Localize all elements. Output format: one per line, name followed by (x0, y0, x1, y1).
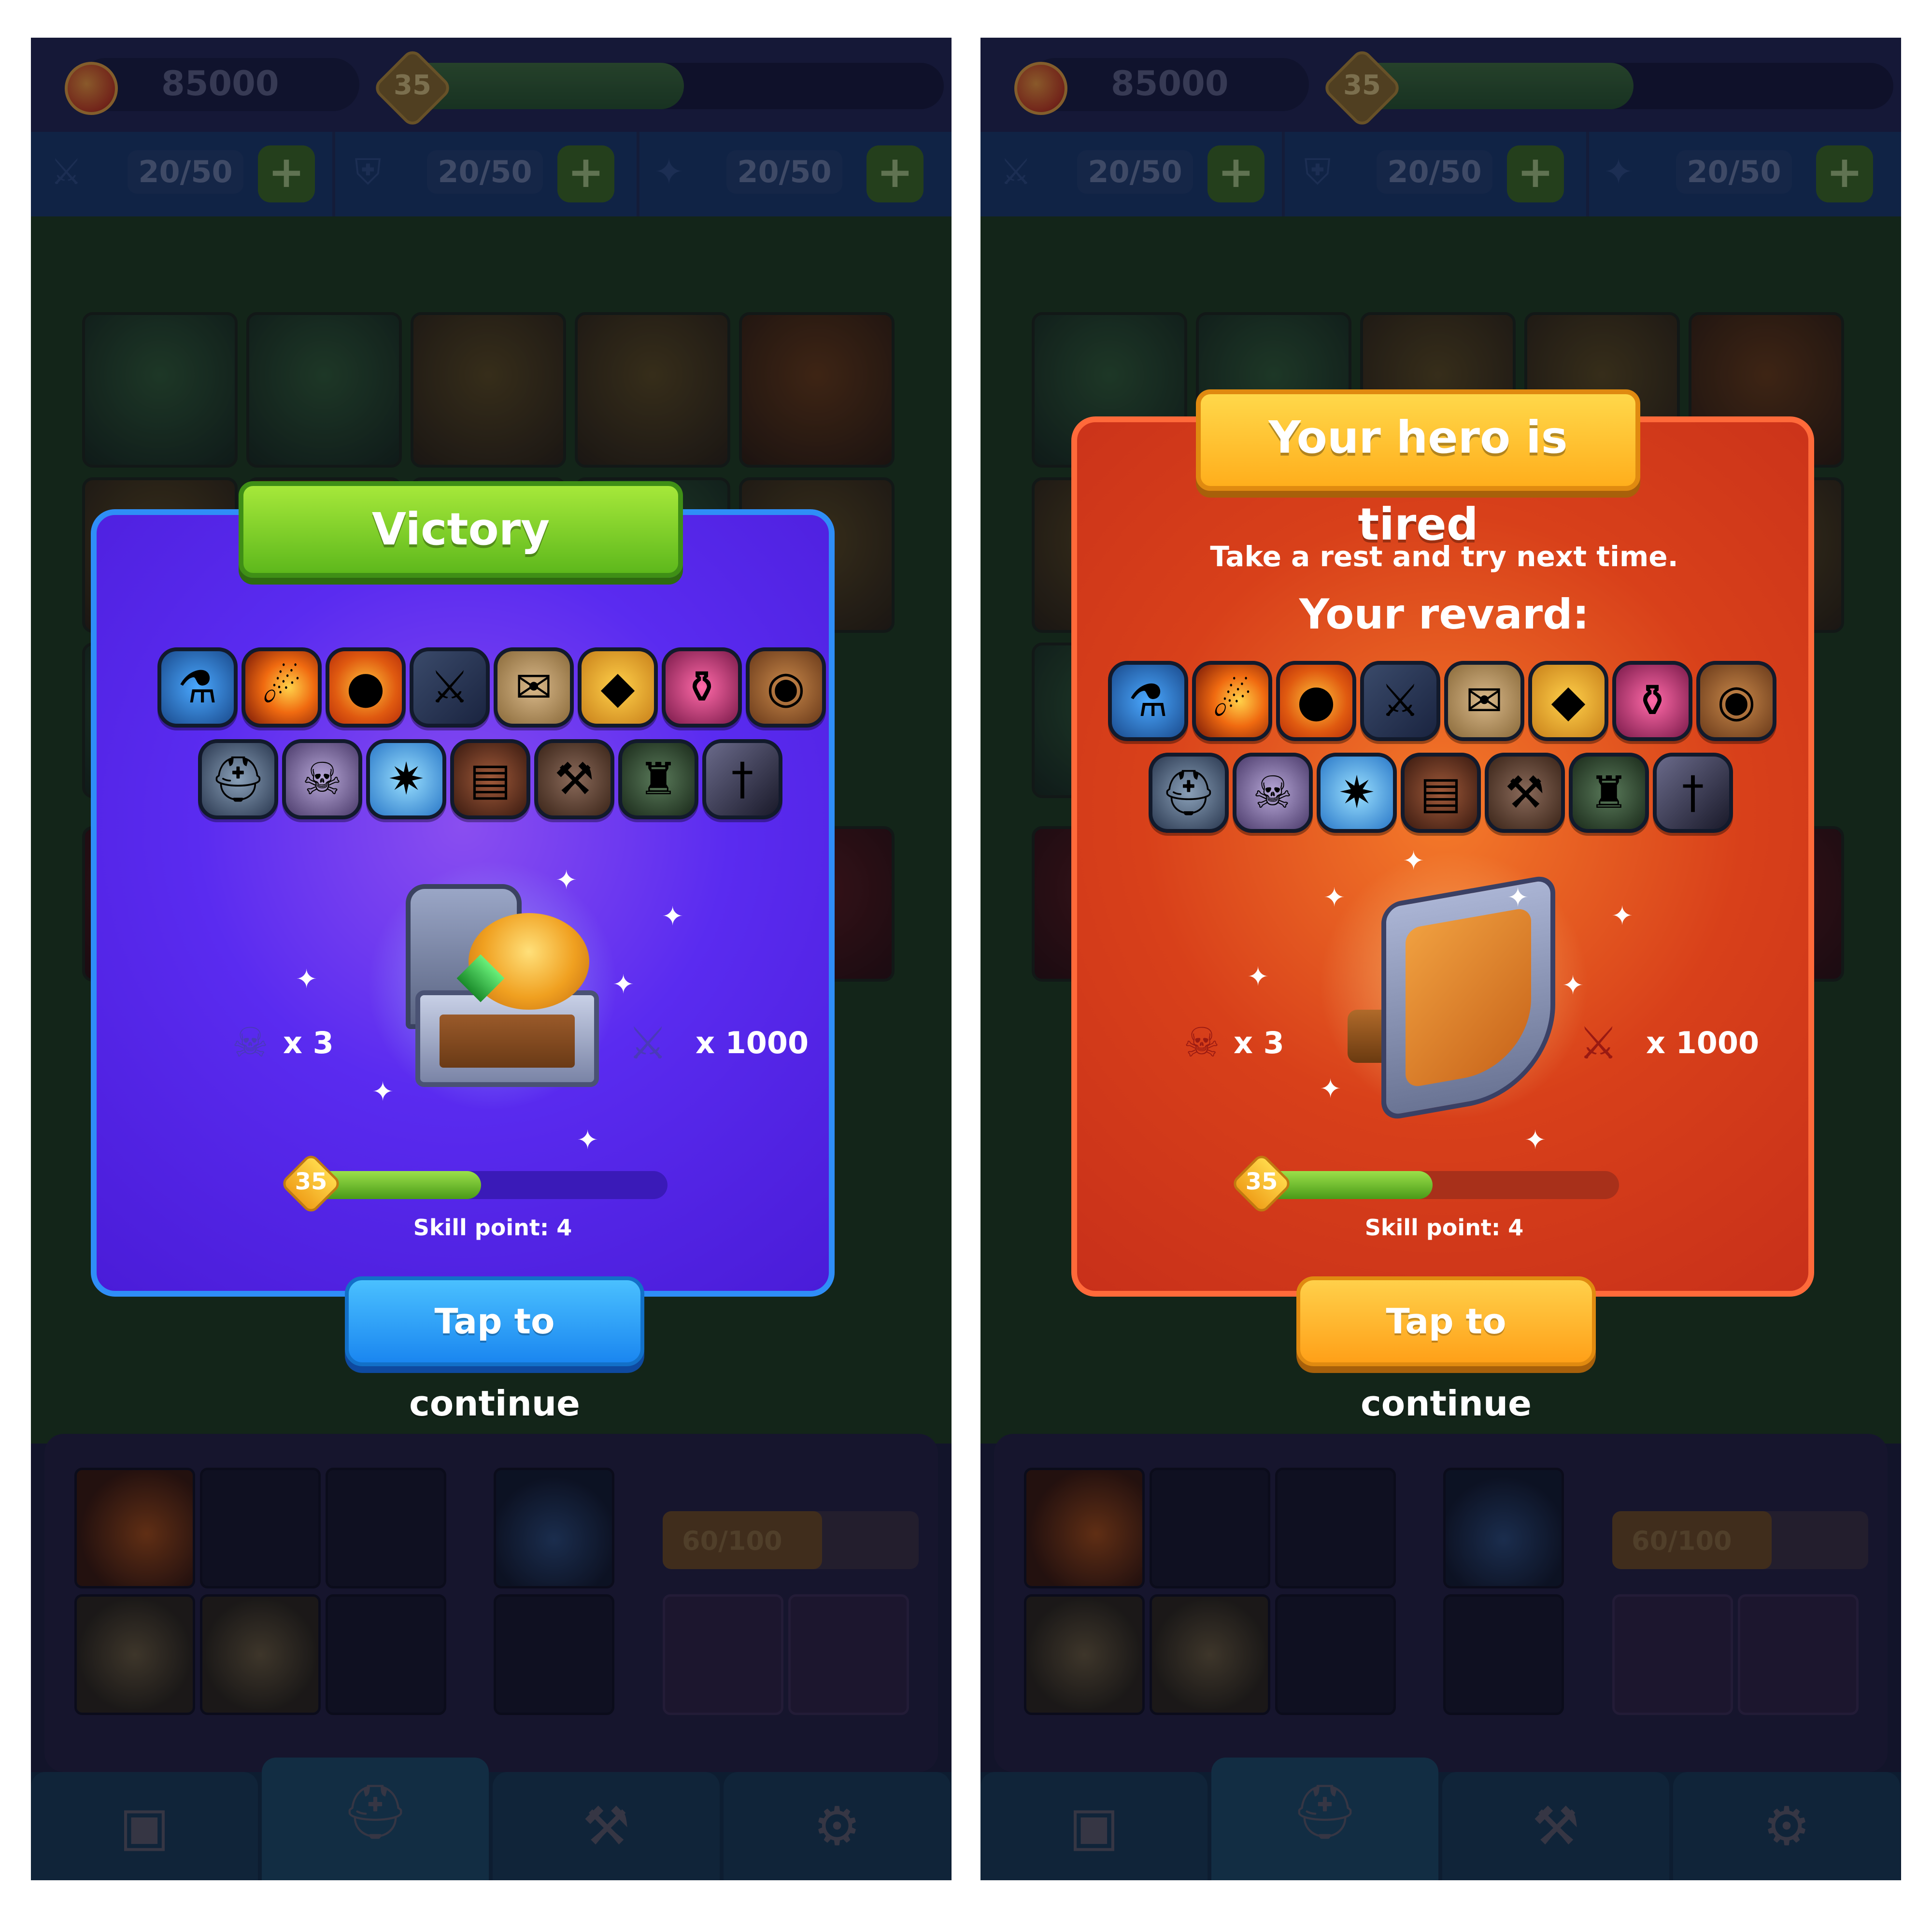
dagger-icon: † (702, 739, 782, 819)
ice-orb-icon: ✷ (1317, 753, 1397, 833)
kill-count: x 1000 (1646, 1025, 1760, 1060)
scroll-icon: ✉ (1444, 661, 1524, 741)
fireball-icon: ☄ (1192, 661, 1272, 741)
reward-heading: Your revard: (1299, 590, 1590, 639)
ring-icon: ◆ (578, 647, 658, 728)
horned-helmet-icon: ⛑ (198, 739, 278, 819)
fireball-icon: ☄ (242, 647, 322, 728)
victory-title: Victory (239, 481, 683, 578)
skull-ring-icon: ☠ (1233, 753, 1313, 833)
viking-helmet-icon: ♜ (1569, 753, 1649, 833)
sparkle-icon: ✦ (296, 964, 318, 994)
skill-progress-bar (1261, 1171, 1619, 1199)
sparkle-icon: ✦ (555, 865, 578, 895)
sparkle-icon: ✦ (1320, 1073, 1342, 1104)
skill-progress-bar (309, 1171, 668, 1199)
coin-icon: ● (326, 647, 406, 728)
sparkle-icon: ✦ (1562, 970, 1584, 1001)
round-shield-icon: ◉ (746, 647, 826, 728)
scroll-icon: ✉ (494, 647, 574, 728)
tired-subtitle: Take a rest and try next time. (1210, 540, 1678, 573)
potion-icon: ⚗ (157, 647, 238, 728)
sparkle-icon: ✦ (1524, 1125, 1547, 1155)
sword-icon: ⚔ (1360, 661, 1440, 741)
horned-helmet-icon: ⛑ (1149, 753, 1229, 833)
crossed-swords-icon: ⚔ (628, 1017, 668, 1069)
level-number: 35 (295, 1168, 327, 1195)
skull-icon: ☠ (1183, 1019, 1220, 1066)
skill-points: Skill point: 4 (1364, 1215, 1524, 1241)
axe-icon: ⚒ (1485, 753, 1565, 833)
sparkle-icon: ✦ (662, 901, 684, 931)
skull-count: x 3 (1234, 1025, 1284, 1060)
sparkle-icon: ✦ (1507, 882, 1529, 913)
round-shield-icon: ◉ (1696, 661, 1776, 741)
level-number: 35 (1245, 1168, 1278, 1195)
skull-icon: ☠ (232, 1019, 269, 1066)
skull-count: x 3 (283, 1025, 334, 1060)
ring-icon: ◆ (1528, 661, 1608, 741)
sparkle-icon: ✦ (577, 1125, 599, 1155)
armor-icon: ▤ (450, 739, 530, 819)
armor-icon: ▤ (1401, 753, 1481, 833)
sparkle-icon: ✦ (1323, 882, 1346, 913)
viking-helmet-icon: ♜ (618, 739, 698, 819)
sparkle-icon: ✦ (612, 969, 635, 1000)
pink-potion-icon: ⚱ (1612, 661, 1692, 741)
ice-orb-icon: ✷ (366, 739, 446, 819)
tired-title: Your hero is tired (1196, 389, 1640, 550)
skull-ring-icon: ☠ (282, 739, 362, 819)
wooden-shield-icon (1348, 873, 1575, 1122)
sparkle-icon: ✦ (1611, 901, 1634, 931)
tap-to-continue-button[interactable]: Tap to continue (345, 1276, 644, 1424)
coin-icon: ● (1276, 661, 1356, 741)
treasure-chest-icon (396, 884, 609, 1087)
sparkle-icon: ✦ (372, 1076, 394, 1107)
sword-icon: ⚔ (410, 647, 490, 728)
crossed-swords-icon: ⚔ (1578, 1017, 1619, 1069)
pink-potion-icon: ⚱ (662, 647, 742, 728)
sparkle-icon: ✦ (1247, 961, 1269, 992)
kill-count: x 1000 (696, 1025, 809, 1060)
tap-to-continue-button[interactable]: Tap to continue (1296, 1276, 1596, 1424)
potion-icon: ⚗ (1108, 661, 1188, 741)
axe-icon: ⚒ (534, 739, 614, 819)
skill-points: Skill point: 4 (413, 1215, 572, 1241)
dagger-icon: † (1653, 753, 1733, 833)
sparkle-icon: ✦ (1403, 845, 1425, 876)
